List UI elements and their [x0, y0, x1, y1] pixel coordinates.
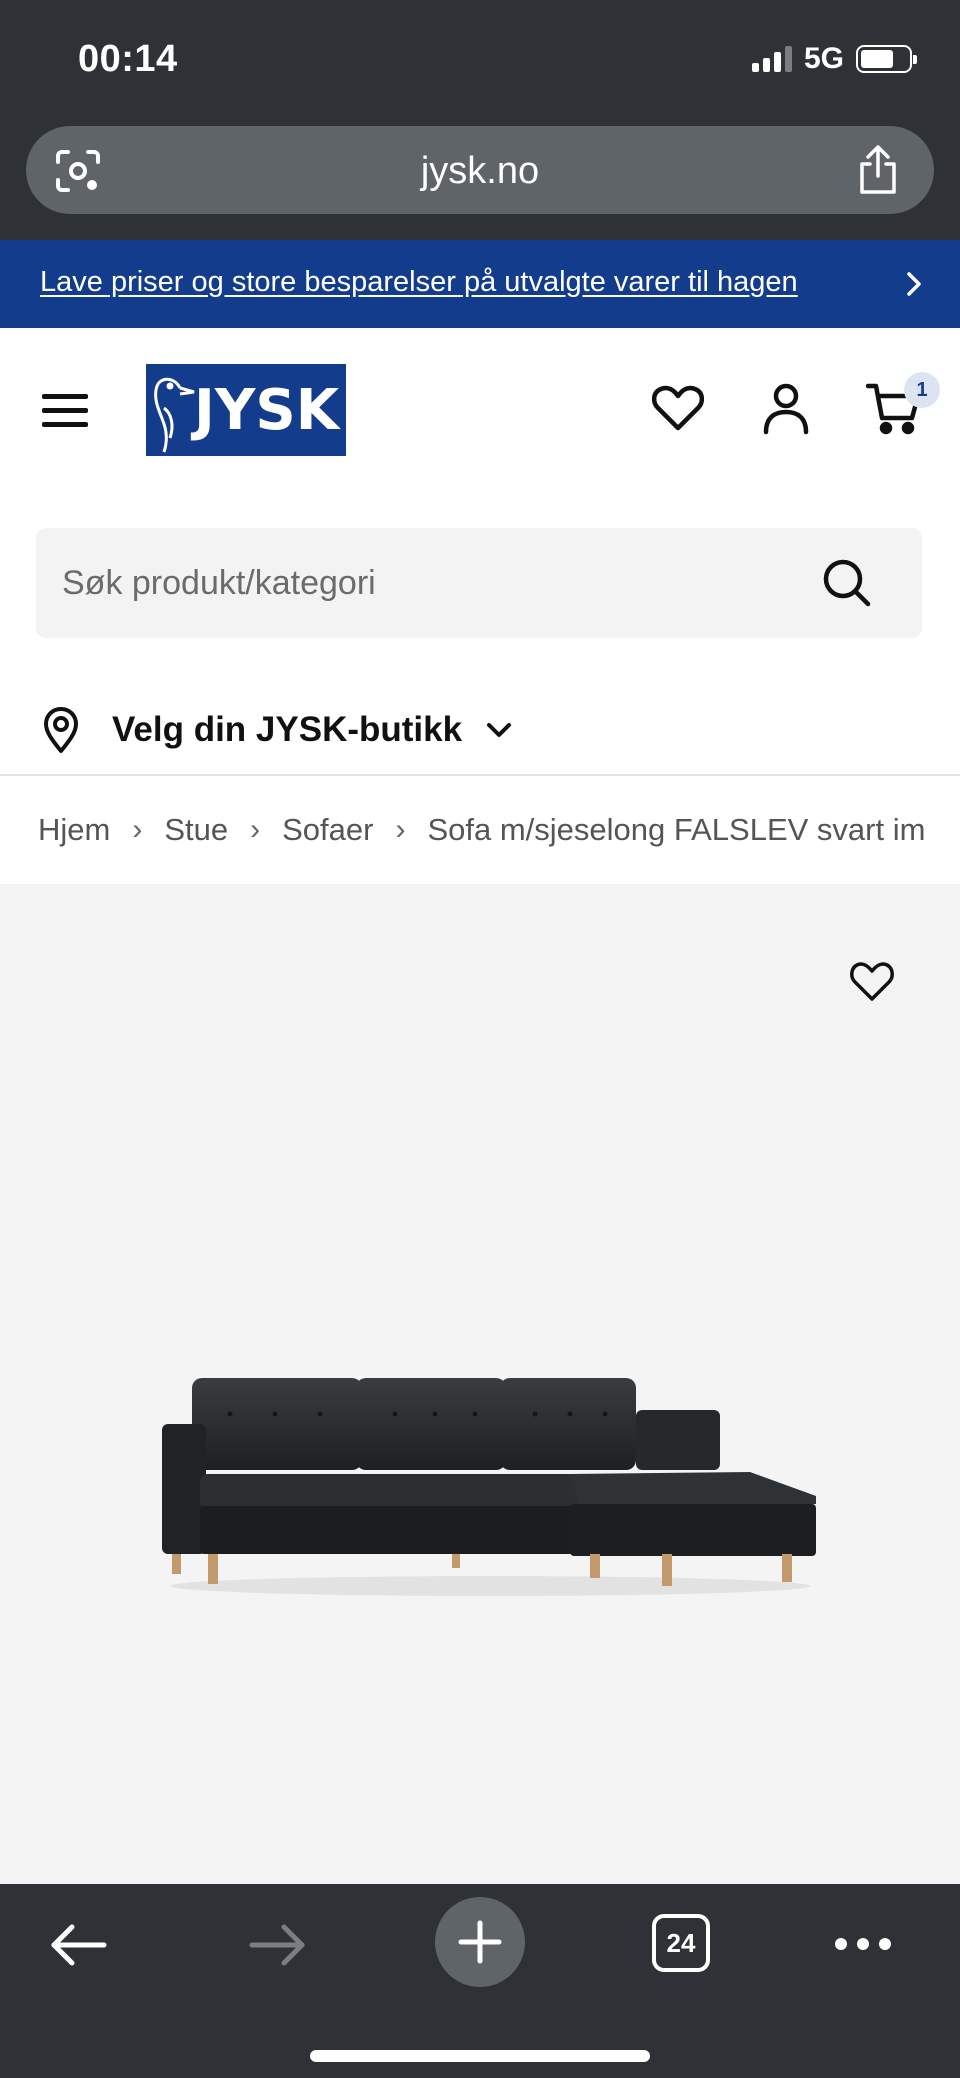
browser-address-area: jysk.no	[0, 120, 960, 240]
cart-count-badge: 1	[904, 372, 940, 408]
more-icon[interactable]	[834, 1936, 892, 1952]
product-image-gallery[interactable]	[0, 884, 960, 1884]
back-arrow-icon[interactable]	[48, 1920, 108, 1970]
chevron-right-icon	[907, 272, 921, 296]
breadcrumb-current: Sofa m/sjeselong FALSLEV svart imite	[427, 812, 924, 847]
store-selector[interactable]: Velg din JYSK-butikk	[42, 700, 514, 760]
logo-bird-icon	[154, 377, 195, 453]
network-label: 5G	[803, 42, 844, 75]
location-pin-icon	[44, 707, 78, 753]
battery-level	[861, 50, 894, 68]
browser-toolbar: 24	[0, 1884, 960, 2078]
new-tab-button[interactable]	[435, 1897, 525, 1987]
promo-banner[interactable]: Lave priser og store besparelser på utva…	[0, 240, 960, 328]
url-text: jysk.no	[420, 150, 540, 192]
search-placeholder: Søk produkt/kategori	[62, 564, 376, 602]
breadcrumb-home[interactable]: Hjem	[38, 812, 110, 848]
search-icon[interactable]	[822, 558, 872, 608]
header-divider	[0, 774, 960, 776]
battery-icon	[856, 45, 917, 73]
signal-icon	[751, 46, 792, 72]
breadcrumb-separator-icon: ›	[132, 813, 143, 846]
menu-icon[interactable]	[42, 390, 90, 430]
promo-banner-link[interactable]: Lave priser og store besparelser på utva…	[40, 266, 798, 299]
home-indicator	[310, 2050, 650, 2062]
breadcrumb: Hjem › Stue › Sofaer › Sofa m/sjeselong …	[38, 812, 924, 848]
forward-arrow-icon[interactable]	[248, 1920, 308, 1970]
add-to-wishlist-heart-icon[interactable]	[848, 958, 896, 1004]
breadcrumb-stue[interactable]: Stue	[164, 812, 228, 848]
breadcrumb-sofaer[interactable]: Sofaer	[282, 812, 373, 848]
breadcrumb-separator-icon: ›	[395, 813, 406, 846]
jysk-logo[interactable]: JYSK	[146, 364, 346, 456]
page-content: JYSK 1 Søk produkt/kategori Velg din JYS…	[0, 328, 960, 1884]
status-time: 00:14	[78, 38, 178, 80]
product-image-sofa	[162, 1378, 816, 1596]
chevron-down-icon	[487, 723, 512, 737]
url-bar[interactable]: jysk.no	[26, 126, 934, 214]
heart-icon[interactable]	[650, 380, 706, 436]
status-indicators: 5G	[751, 42, 917, 76]
user-icon[interactable]	[758, 380, 814, 436]
store-selector-label: Velg din JYSK-butikk	[112, 710, 463, 749]
share-icon[interactable]	[856, 144, 900, 196]
breadcrumb-separator-icon: ›	[250, 813, 261, 846]
plus-icon	[458, 1920, 502, 1964]
logo-text: JYSK	[194, 378, 340, 443]
tabs-button[interactable]: 24	[652, 1914, 710, 1972]
search-input[interactable]: Søk produkt/kategori	[36, 528, 922, 638]
status-bar: 00:14 5G	[0, 0, 960, 120]
